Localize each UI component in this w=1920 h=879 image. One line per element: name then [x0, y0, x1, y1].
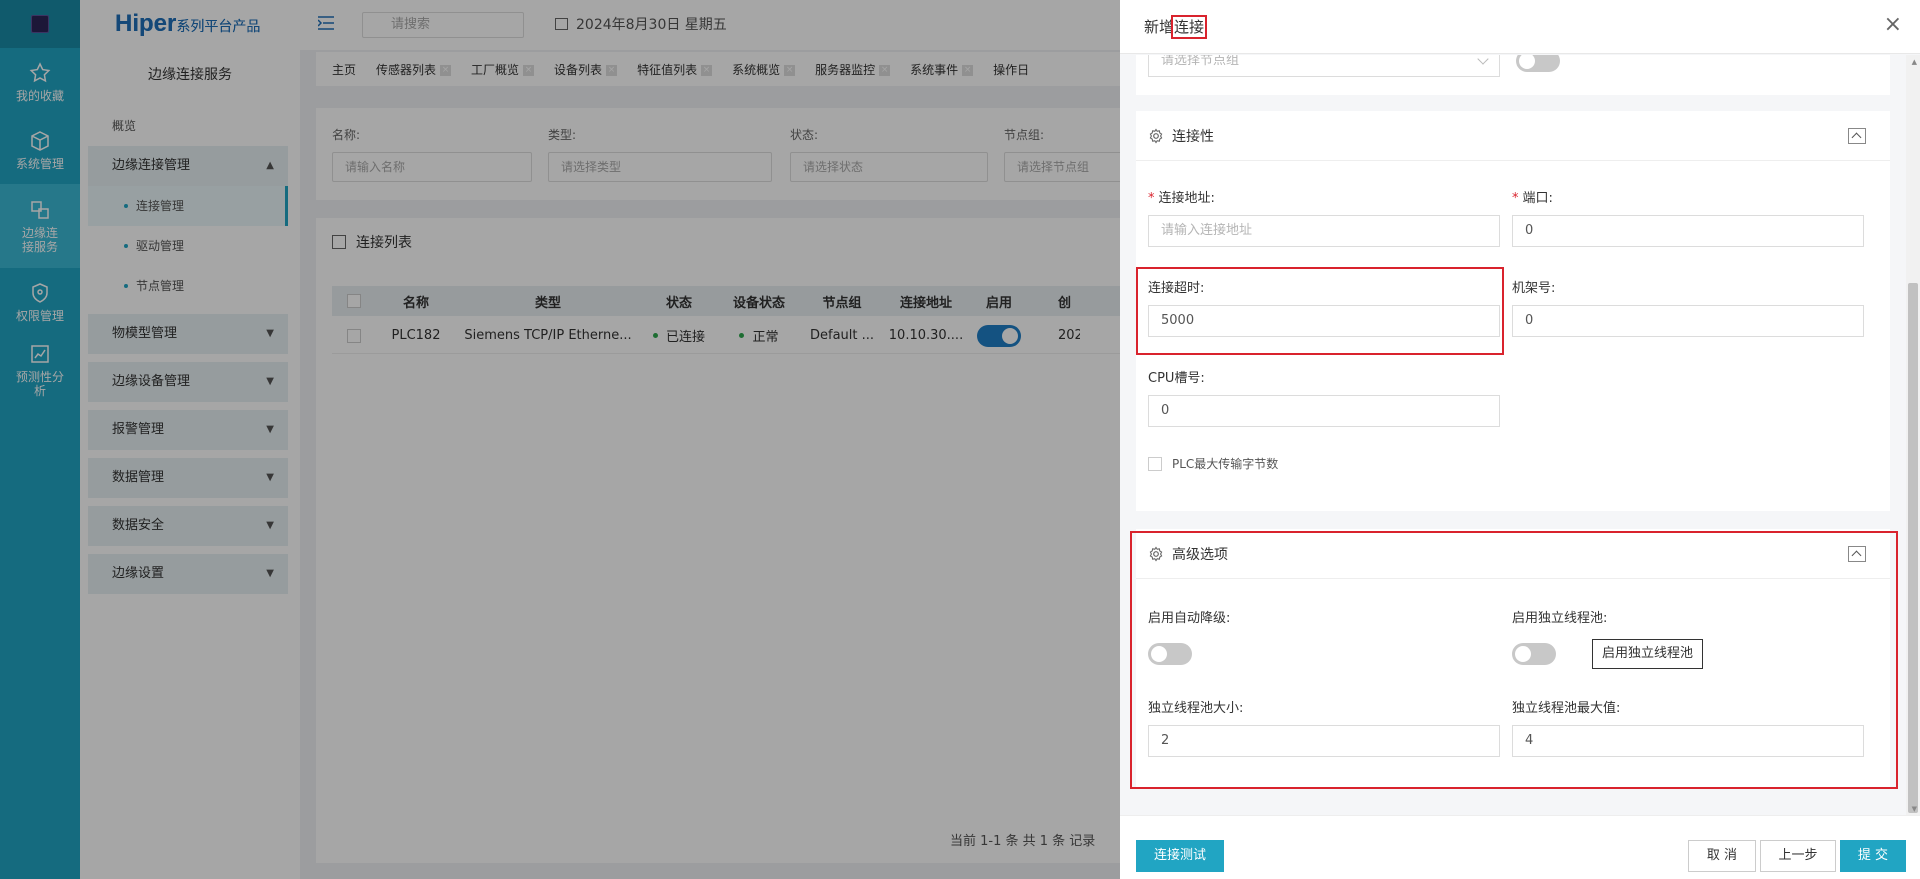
- address-input[interactable]: 请输入连接地址: [1148, 215, 1500, 247]
- drawer-title: 新增连接: [1144, 15, 1208, 39]
- rack-input[interactable]: 0: [1512, 305, 1864, 337]
- drawer-body: 请选择节点组 连接性 * 连接地址: 请输入连接地址 * 端口: 0 连接超时: 5…: [1120, 55, 1906, 815]
- port-input[interactable]: 0: [1512, 215, 1864, 247]
- submit-button[interactable]: 提 交: [1840, 840, 1906, 872]
- drawer-scrollbar-thumb[interactable]: [1908, 283, 1918, 813]
- connection-test-button[interactable]: 连接测试: [1136, 840, 1224, 872]
- port-label: * 端口:: [1512, 191, 1553, 206]
- connectivity-card-header: 连接性: [1136, 111, 1890, 161]
- address-label: * 连接地址:: [1148, 191, 1215, 206]
- cancel-button[interactable]: 取 消: [1688, 840, 1756, 872]
- cpu-slot-input[interactable]: 0: [1148, 395, 1500, 427]
- chevron-down-icon: [1477, 55, 1489, 65]
- timeout-highlight-box: [1136, 267, 1504, 355]
- gear-icon: [1149, 128, 1163, 143]
- scroll-down-icon[interactable]: ▼: [1912, 805, 1917, 813]
- scroll-up-icon[interactable]: ▲: [1912, 58, 1917, 66]
- max-bytes-label: PLC最大传输字节数: [1172, 457, 1279, 471]
- node-group-switch[interactable]: [1516, 55, 1560, 72]
- advanced-highlight-box: [1130, 531, 1898, 789]
- rack-label: 机架号:: [1512, 281, 1556, 296]
- cpu-slot-label: CPU槽号:: [1148, 371, 1205, 386]
- collapse-connectivity-button[interactable]: [1848, 128, 1866, 144]
- add-connection-drawer: 新增连接 × 请选择节点组 连接性 * 连接地址: 请输入连接地址 * 端口: 0 …: [1120, 0, 1920, 879]
- connectivity-card: 连接性 * 连接地址: 请输入连接地址 * 端口: 0 连接超时: 5000 机架号…: [1136, 111, 1890, 511]
- drawer-footer: 连接测试 取 消 上一步 提 交: [1120, 815, 1920, 879]
- max-bytes-checkbox[interactable]: [1148, 457, 1162, 471]
- node-group-select[interactable]: 请选择节点组: [1148, 55, 1500, 77]
- node-group-card: 请选择节点组: [1136, 55, 1890, 95]
- drawer-header: 新增连接 ×: [1120, 0, 1920, 54]
- previous-step-button[interactable]: 上一步: [1760, 840, 1836, 872]
- close-icon[interactable]: ×: [1884, 14, 1902, 36]
